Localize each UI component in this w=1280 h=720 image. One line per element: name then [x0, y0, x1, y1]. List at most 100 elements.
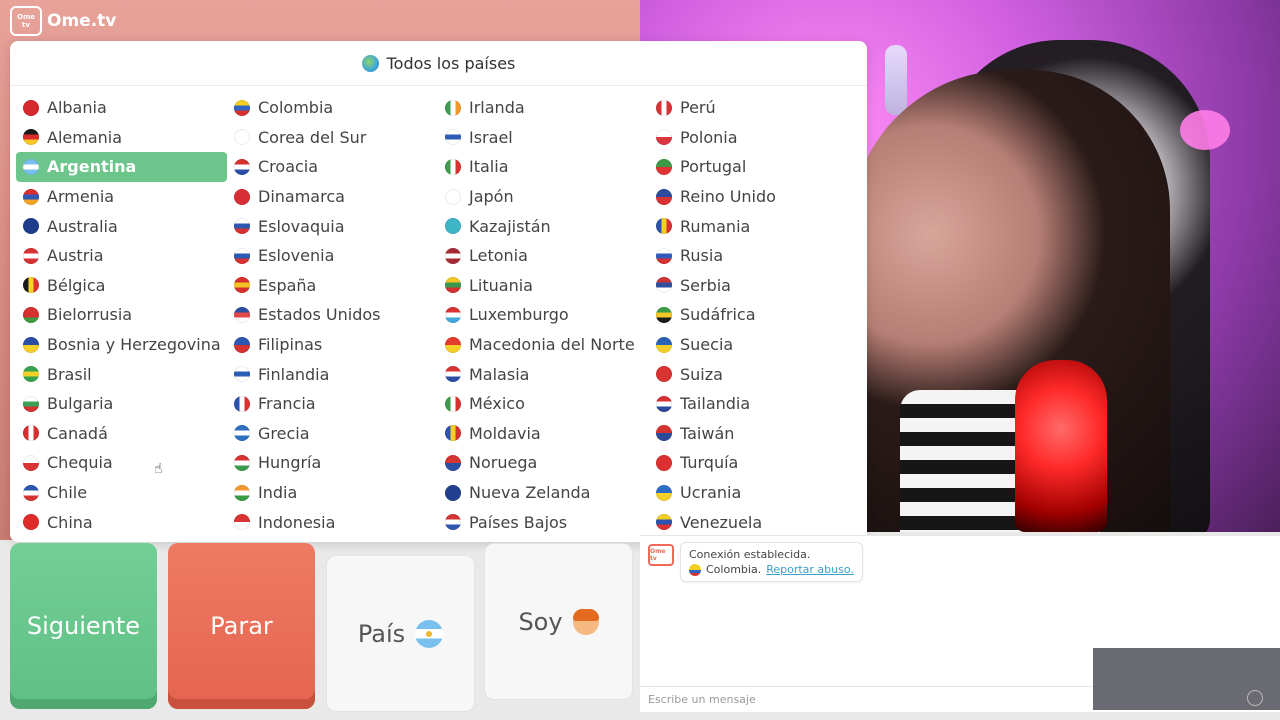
- flag-icon: [234, 336, 250, 353]
- flag-icon: [656, 99, 672, 116]
- country-item[interactable]: Macedonia del Norte: [438, 330, 649, 360]
- report-abuse-link[interactable]: Reportar abuso.: [766, 563, 854, 576]
- country-label: Austria: [47, 246, 104, 266]
- country-label: Canadá: [47, 423, 108, 443]
- country-item[interactable]: Italia: [438, 152, 649, 182]
- country-item[interactable]: Polonia: [649, 123, 860, 153]
- country-item[interactable]: México: [438, 389, 649, 419]
- country-label: México: [469, 394, 525, 414]
- country-item[interactable]: Israel: [438, 123, 649, 153]
- country-item[interactable]: Sudáfrica: [649, 300, 860, 330]
- country-label: Ucrania: [680, 483, 742, 503]
- country-item[interactable]: Albania: [16, 93, 227, 123]
- country-item[interactable]: Portugal: [649, 152, 860, 182]
- country-item[interactable]: Rusia: [649, 241, 860, 271]
- country-item[interactable]: Moldavia: [438, 419, 649, 449]
- stop-button[interactable]: Parar: [168, 543, 315, 709]
- country-item[interactable]: Perú: [649, 93, 860, 123]
- country-item[interactable]: Grecia: [227, 419, 438, 449]
- country-label: Rusia: [680, 246, 724, 266]
- country-item[interactable]: Serbia: [649, 271, 860, 301]
- country-item[interactable]: Bielorrusia: [16, 300, 227, 330]
- flag-icon: [445, 129, 461, 146]
- country-label: Perú: [680, 98, 716, 118]
- country-item[interactable]: Luxemburgo: [438, 300, 649, 330]
- country-item[interactable]: Taiwán: [649, 419, 860, 449]
- country-item[interactable]: Brasil: [16, 359, 227, 389]
- country-label: Malasia: [469, 364, 530, 384]
- flag-icon: [656, 158, 672, 175]
- country-item[interactable]: Austria: [16, 241, 227, 271]
- country-item[interactable]: Filipinas: [227, 330, 438, 360]
- country-item[interactable]: Kazajistán: [438, 211, 649, 241]
- country-item[interactable]: Ucrania: [649, 478, 860, 508]
- flag-icon: [445, 158, 461, 175]
- country-item[interactable]: Argentina: [16, 152, 227, 182]
- country-label: Irlanda: [469, 98, 525, 118]
- country-item[interactable]: Bulgaria: [16, 389, 227, 419]
- country-item[interactable]: Croacia: [227, 152, 438, 182]
- country-item[interactable]: Lituania: [438, 271, 649, 301]
- country-item[interactable]: Australia: [16, 211, 227, 241]
- country-label: Bielorrusia: [47, 305, 133, 325]
- country-item[interactable]: Alemania: [16, 123, 227, 153]
- flag-icon: [23, 158, 39, 175]
- flag-icon: [656, 514, 672, 531]
- flag-icon: [234, 99, 250, 116]
- flag-icon: [656, 454, 672, 471]
- country-item[interactable]: Corea del Sur: [227, 123, 438, 153]
- country-item[interactable]: Canadá: [16, 419, 227, 449]
- gender-button[interactable]: Soy: [484, 543, 633, 700]
- emoji-icon[interactable]: [1247, 690, 1263, 706]
- argentina-flag-icon: [415, 619, 444, 648]
- next-button[interactable]: Siguiente: [10, 543, 157, 709]
- flag-icon: [445, 454, 461, 471]
- country-item[interactable]: Hungría: [227, 448, 438, 478]
- country-item[interactable]: Suecia: [649, 330, 860, 360]
- country-item[interactable]: Armenia: [16, 182, 227, 212]
- country-item[interactable]: Bélgica: [16, 271, 227, 301]
- country-item[interactable]: Países Bajos: [438, 507, 649, 537]
- country-item[interactable]: India: [227, 478, 438, 508]
- country-item[interactable]: España: [227, 271, 438, 301]
- country-panel-header[interactable]: Todos los países: [10, 41, 867, 86]
- country-item[interactable]: Noruega: [438, 448, 649, 478]
- flag-icon: [656, 129, 672, 146]
- country-item[interactable]: Chile: [16, 478, 227, 508]
- country-item[interactable]: Reino Unido: [649, 182, 860, 212]
- ometv-logo: Ome tv Ome.tv: [10, 6, 116, 36]
- country-item[interactable]: Eslovaquia: [227, 211, 438, 241]
- country-item[interactable]: Malasia: [438, 359, 649, 389]
- flag-icon: [234, 129, 250, 146]
- country-item[interactable]: Estados Unidos: [227, 300, 438, 330]
- country-item[interactable]: Rumania: [649, 211, 860, 241]
- country-item[interactable]: Nueva Zelanda: [438, 478, 649, 508]
- country-item[interactable]: Chequia: [16, 448, 227, 478]
- country-item[interactable]: Suiza: [649, 359, 860, 389]
- country-item[interactable]: Colombia: [227, 93, 438, 123]
- country-item[interactable]: Venezuela: [649, 507, 860, 537]
- country-item[interactable]: Irlanda: [438, 93, 649, 123]
- country-item[interactable]: Indonesia: [227, 507, 438, 537]
- country-button[interactable]: País: [326, 555, 475, 712]
- country-item[interactable]: Turquía: [649, 448, 860, 478]
- country-item[interactable]: Finlandia: [227, 359, 438, 389]
- country-item[interactable]: Tailandia: [649, 389, 860, 419]
- country-label: Albania: [47, 98, 107, 118]
- country-item[interactable]: Eslovenia: [227, 241, 438, 271]
- country-item[interactable]: Letonia: [438, 241, 649, 271]
- country-label: Luxemburgo: [469, 305, 569, 325]
- country-item[interactable]: Bosnia y Herzegovina: [16, 330, 227, 360]
- country-item[interactable]: China: [16, 507, 227, 537]
- country-label: Suiza: [680, 364, 723, 384]
- country-label: Turquía: [680, 453, 739, 473]
- flag-icon: [23, 129, 39, 146]
- flag-icon: [234, 514, 250, 531]
- flag-icon: [445, 336, 461, 353]
- colombia-flag-icon: [689, 563, 701, 576]
- chat-logo-icon: Ome tv: [648, 544, 674, 566]
- flag-icon: [445, 484, 461, 501]
- country-item[interactable]: Japón: [438, 182, 649, 212]
- country-item[interactable]: Francia: [227, 389, 438, 419]
- country-item[interactable]: Dinamarca: [227, 182, 438, 212]
